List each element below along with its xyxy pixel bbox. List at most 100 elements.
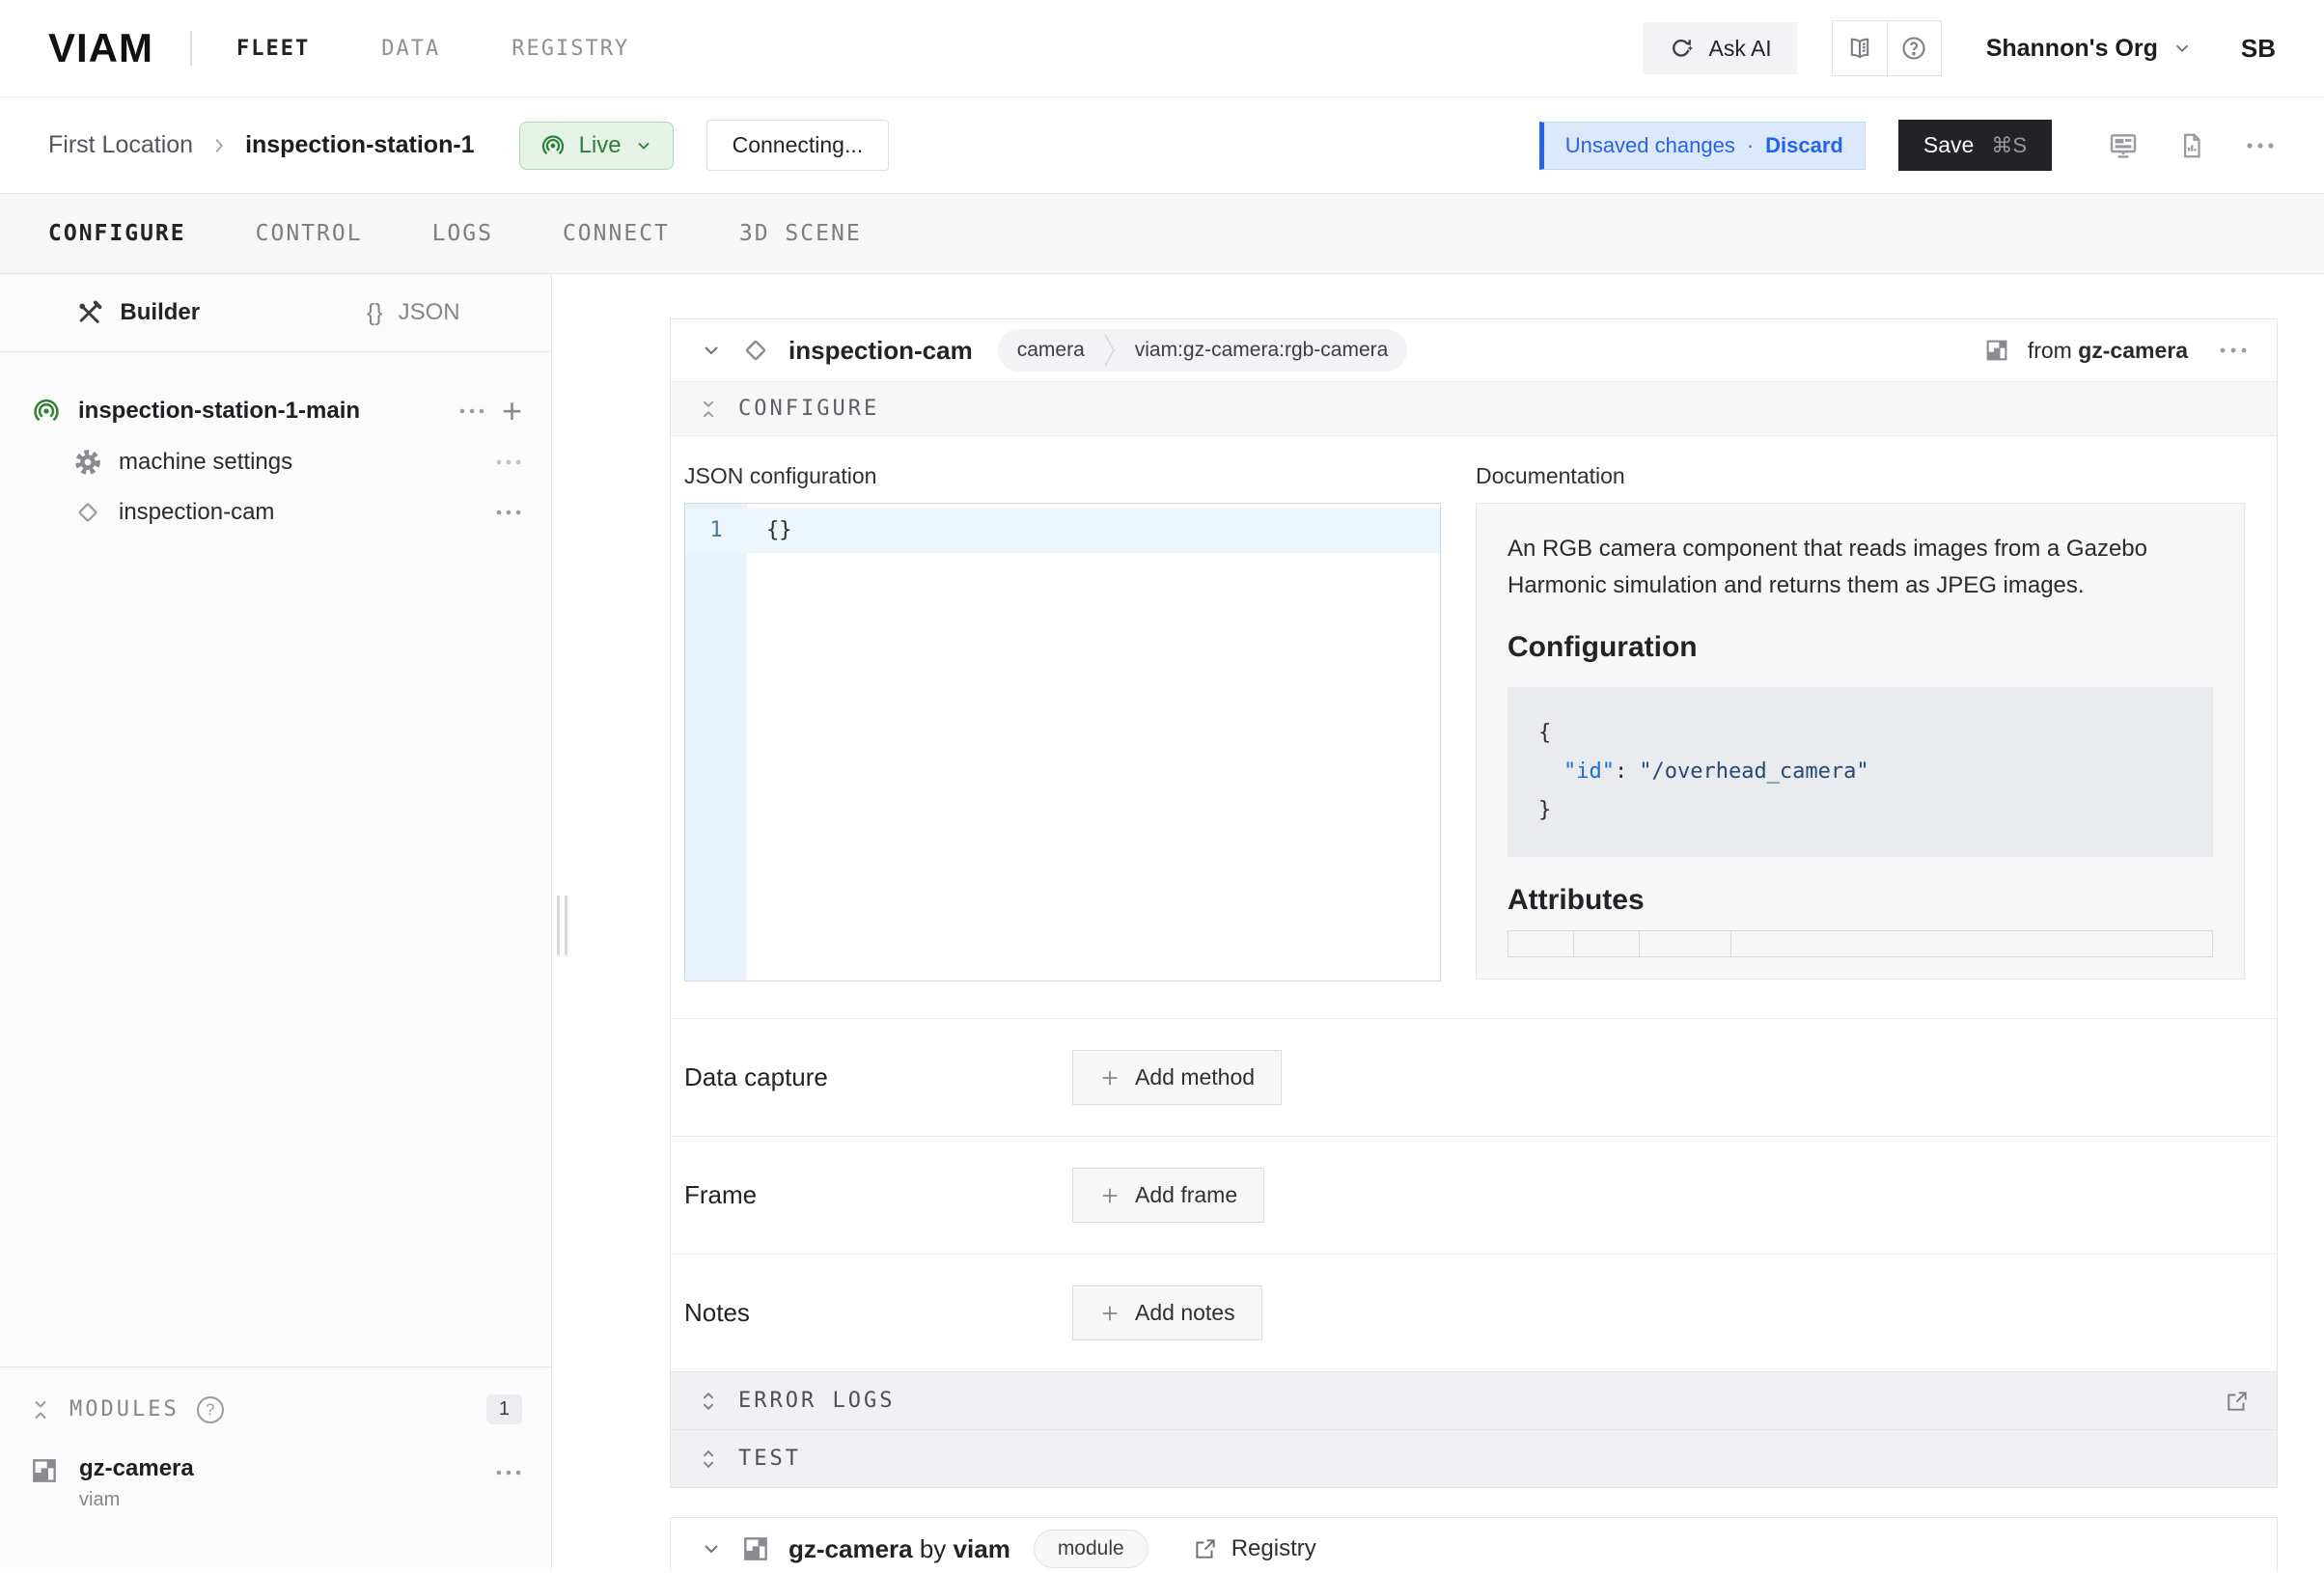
machine-settings-menu-icon[interactable] — [495, 458, 522, 466]
collapse-icon[interactable] — [698, 399, 719, 420]
configure-section-bar[interactable]: CONFIGURE — [671, 381, 2277, 436]
test-bar[interactable]: TEST — [671, 1429, 2277, 1487]
help-icon[interactable] — [1887, 21, 1941, 75]
add-notes-button[interactable]: Add notes — [1072, 1285, 1262, 1340]
broadcast-icon — [31, 396, 62, 427]
tab-configure[interactable]: CONFIGURE — [48, 221, 186, 246]
chevron-down-icon — [2172, 38, 2193, 59]
module-card-owner: viam — [954, 1534, 1010, 1563]
add-component-icon[interactable]: + — [502, 401, 522, 421]
org-switcher[interactable]: Shannon's Org — [1986, 35, 2193, 63]
builder-mode-toggle[interactable]: Builder — [0, 274, 276, 351]
collapse-chevron-icon[interactable] — [700, 339, 723, 362]
registry-link[interactable]: Registry — [1193, 1535, 1316, 1562]
documentation-panel: An RGB camera component that reads image… — [1476, 503, 2245, 980]
code-line-id: "id":"/overhead_camera" — [1538, 753, 2182, 791]
documentation-column: Documentation An RGB camera component th… — [1476, 463, 2245, 981]
data-capture-label: Data capture — [684, 1062, 1072, 1092]
component-header-right: from gz-camera — [1983, 337, 2248, 364]
documentation-description: An RGB camera component that reads image… — [1508, 531, 2213, 604]
tab-connect[interactable]: CONNECT — [563, 221, 670, 246]
nav-tab-registry[interactable]: REGISTRY — [512, 37, 629, 61]
documentation-code-block: { "id":"/overhead_camera" } — [1508, 687, 2213, 857]
chevron-down-icon — [634, 136, 653, 155]
tree-item-main-part[interactable]: inspection-station-1-main + — [27, 385, 526, 437]
error-logs-label: ERROR LOGS — [738, 1389, 895, 1413]
from-module-name: gz-camera — [2078, 338, 2188, 363]
expand-icon — [698, 1449, 719, 1470]
tab-control[interactable]: CONTROL — [256, 221, 363, 246]
tab-3d-scene[interactable]: 3D SCENE — [739, 221, 862, 246]
unsaved-changes-banner[interactable]: Unsaved changes · Discard — [1539, 122, 1866, 170]
more-options-icon[interactable] — [2245, 141, 2276, 151]
collapse-chevron-icon[interactable] — [700, 1537, 723, 1560]
nav-tab-fleet[interactable]: FLEET — [236, 37, 310, 61]
tab-logs[interactable]: LOGS — [432, 221, 493, 246]
json-mode-toggle[interactable]: {} JSON — [276, 274, 552, 351]
machine-bar-actions: Unsaved changes · Discard Save ⌘S — [1539, 120, 2276, 171]
modules-help-icon[interactable]: ? — [197, 1396, 224, 1423]
breadcrumb-machine-name: inspection-station-1 — [245, 131, 475, 159]
module-menu-icon[interactable] — [495, 1469, 522, 1476]
component-diamond-icon — [740, 335, 771, 366]
component-diamond-icon — [73, 498, 102, 527]
tree-item-inspection-cam[interactable]: inspection-cam — [27, 487, 526, 538]
plus-icon — [1099, 1185, 1120, 1206]
report-document-icon[interactable] — [2177, 131, 2206, 160]
breadcrumb-location[interactable]: First Location — [48, 131, 193, 159]
collapse-icon[interactable] — [29, 1398, 52, 1421]
ask-ai-label: Ask AI — [1708, 36, 1771, 62]
module-card-gz-camera: gz-camera by viam module Registry — [670, 1517, 2278, 1571]
data-capture-section: Data capture Add method — [671, 1018, 2277, 1136]
nav-tab-data[interactable]: DATA — [381, 37, 440, 61]
json-config-label: JSON configuration — [684, 463, 1441, 489]
add-method-button[interactable]: Add method — [1072, 1050, 1282, 1105]
error-logs-bar[interactable]: ERROR LOGS — [671, 1371, 2277, 1429]
json-config-editor[interactable]: 1 {} — [684, 503, 1441, 981]
component-menu-icon[interactable] — [2219, 346, 2248, 354]
editor-line-number: 1 — [685, 509, 747, 553]
module-icon — [740, 1533, 771, 1564]
module-card-title: gz-camera by viam — [788, 1534, 1010, 1564]
component-card-header: inspection-cam camera viam:gz-camera:rgb… — [671, 319, 2277, 381]
module-tag-pill: module — [1034, 1530, 1148, 1568]
connecting-button[interactable]: Connecting... — [706, 120, 890, 171]
frame-label: Frame — [684, 1180, 1072, 1210]
editor-code-content[interactable]: {} — [766, 509, 792, 553]
save-button[interactable]: Save ⌘S — [1898, 120, 2052, 171]
builder-label: Builder — [120, 299, 200, 326]
inspection-cam-menu-icon[interactable] — [495, 509, 522, 516]
configure-section-label: CONFIGURE — [738, 397, 879, 421]
modules-section: MODULES ? 1 gz-camera viam — [0, 1366, 551, 1571]
discard-button[interactable]: Discard — [1765, 133, 1843, 158]
modules-header: MODULES ? 1 — [29, 1394, 522, 1424]
save-label: Save — [1923, 132, 1974, 158]
tree-item-machine-settings[interactable]: machine settings — [27, 437, 526, 487]
module-list-item[interactable]: gz-camera viam — [29, 1455, 522, 1511]
machine-status-label: Live — [579, 132, 622, 159]
pill-divider-icon — [1104, 329, 1116, 372]
configure-body: JSON configuration 1 {} Documentation An… — [671, 436, 2277, 1018]
user-avatar[interactable]: SB — [2241, 34, 2276, 64]
frame-section: Frame Add frame — [671, 1136, 2277, 1254]
machine-page-tabs: CONFIGURE CONTROL LOGS CONNECT 3D SCENE — [0, 193, 2324, 274]
monitor-icon[interactable] — [2108, 130, 2139, 161]
documentation-book-icon[interactable] — [1833, 21, 1887, 75]
ask-ai-button[interactable]: Ask AI — [1643, 22, 1796, 74]
viam-logo[interactable]: VIAM — [48, 25, 153, 71]
unsaved-changes-label: Unsaved changes — [1565, 133, 1735, 158]
main-part-menu-icon[interactable] — [458, 407, 485, 415]
editor-active-line — [685, 509, 1440, 553]
open-external-icon[interactable] — [2225, 1389, 2250, 1414]
add-frame-button[interactable]: Add frame — [1072, 1168, 1264, 1223]
braces-icon: {} — [367, 299, 383, 327]
open-external-icon — [1193, 1536, 1218, 1561]
breadcrumb-chevron-icon — [208, 135, 230, 156]
documentation-configuration-heading: Configuration — [1508, 631, 2213, 664]
unsaved-separator: · — [1747, 133, 1754, 158]
module-icon — [29, 1455, 60, 1486]
sidebar-resize-handle[interactable] — [557, 896, 567, 955]
machine-status-dropdown[interactable]: Live — [519, 122, 674, 170]
documentation-label: Documentation — [1476, 463, 2245, 489]
plus-icon — [1099, 1067, 1120, 1089]
